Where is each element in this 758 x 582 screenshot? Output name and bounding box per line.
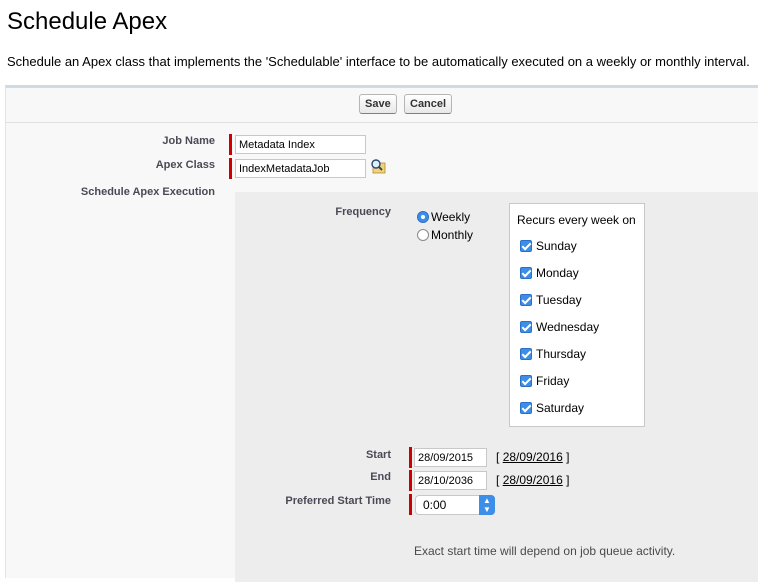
checkbox-checked-icon[interactable]	[520, 321, 532, 333]
end-date-input[interactable]	[414, 471, 487, 490]
weekly-radio[interactable]	[417, 211, 429, 223]
bracket: ]	[566, 473, 570, 487]
day-label: Sunday	[536, 239, 577, 253]
frequency-weekly-option[interactable]: Weekly	[417, 210, 470, 224]
checkbox-checked-icon[interactable]	[520, 375, 532, 387]
schedule-section: Frequency Weekly Monthly Recurs every we…	[235, 192, 758, 582]
required-indicator	[409, 447, 412, 468]
start-label: Start	[365, 449, 391, 461]
weekly-radio-label: Weekly	[431, 210, 471, 224]
monthly-radio-label: Monthly	[431, 228, 474, 242]
day-thursday[interactable]: Thursday	[520, 347, 586, 361]
frequency-monthly-option[interactable]: Monthly	[417, 228, 473, 242]
preferred-start-time-label: Preferred Start Time	[285, 495, 391, 507]
day-label: Saturday	[536, 401, 585, 415]
end-today-link[interactable]: 28/09/2016	[503, 473, 563, 487]
day-label: Tuesday	[536, 293, 582, 307]
lookup-magnifier-icon[interactable]	[370, 158, 386, 174]
checkbox-checked-icon[interactable]	[520, 294, 532, 306]
bracket: ]	[566, 450, 570, 464]
required-indicator	[409, 470, 412, 491]
recurs-title: Recurs every week on	[517, 213, 636, 227]
required-indicator	[409, 494, 412, 515]
checkbox-checked-icon[interactable]	[520, 240, 532, 252]
job-name-label: Job Name	[162, 135, 215, 147]
checkbox-checked-icon[interactable]	[520, 267, 532, 279]
schedule-form-panel: Save Cancel Job Name Apex Class Schedule…	[5, 85, 758, 582]
button-bar: Save Cancel	[6, 88, 758, 123]
page-description: Schedule an Apex class that implements t…	[7, 54, 750, 69]
bracket: [	[496, 473, 500, 487]
monthly-radio[interactable]	[417, 229, 429, 241]
page-title: Schedule Apex	[7, 8, 168, 35]
start-today-link-wrap: [ 28/09/2016 ]	[496, 450, 569, 464]
cancel-button[interactable]: Cancel	[404, 94, 453, 114]
start-time-note: Exact start time will depend on job queu…	[414, 544, 676, 558]
day-label: Friday	[536, 374, 570, 388]
day-wednesday[interactable]: Wednesday	[520, 320, 599, 334]
bracket: [	[496, 450, 500, 464]
required-indicator	[229, 134, 232, 155]
day-saturday[interactable]: Saturday	[520, 401, 584, 415]
select-arrows-icon: ▲ ▼	[479, 495, 495, 515]
preferred-start-time-value: 0:00	[423, 498, 447, 512]
day-sunday[interactable]: Sunday	[520, 239, 577, 253]
start-date-input[interactable]	[414, 448, 487, 467]
checkbox-checked-icon[interactable]	[520, 402, 532, 414]
checkbox-checked-icon[interactable]	[520, 348, 532, 360]
apex-class-input[interactable]	[235, 159, 366, 178]
preferred-start-time-select[interactable]: 0:00 ▲ ▼	[415, 495, 495, 515]
day-tuesday[interactable]: Tuesday	[520, 293, 582, 307]
schedule-execution-label: Schedule Apex Execution	[80, 186, 215, 198]
day-label: Wednesday	[536, 320, 600, 334]
recurs-days-box: Recurs every week on Sunday Monday Tuesd…	[509, 203, 645, 427]
start-today-link[interactable]: 28/09/2016	[503, 450, 563, 464]
end-label: End	[370, 471, 391, 483]
apex-class-label: Apex Class	[155, 159, 215, 171]
frequency-label: Frequency	[335, 206, 391, 218]
end-today-link-wrap: [ 28/09/2016 ]	[496, 473, 569, 487]
day-monday[interactable]: Monday	[520, 266, 579, 280]
day-label: Thursday	[536, 347, 587, 361]
save-button[interactable]: Save	[359, 94, 397, 114]
job-name-input[interactable]	[235, 135, 366, 154]
day-friday[interactable]: Friday	[520, 374, 569, 388]
day-label: Monday	[536, 266, 579, 280]
required-indicator	[229, 158, 232, 179]
